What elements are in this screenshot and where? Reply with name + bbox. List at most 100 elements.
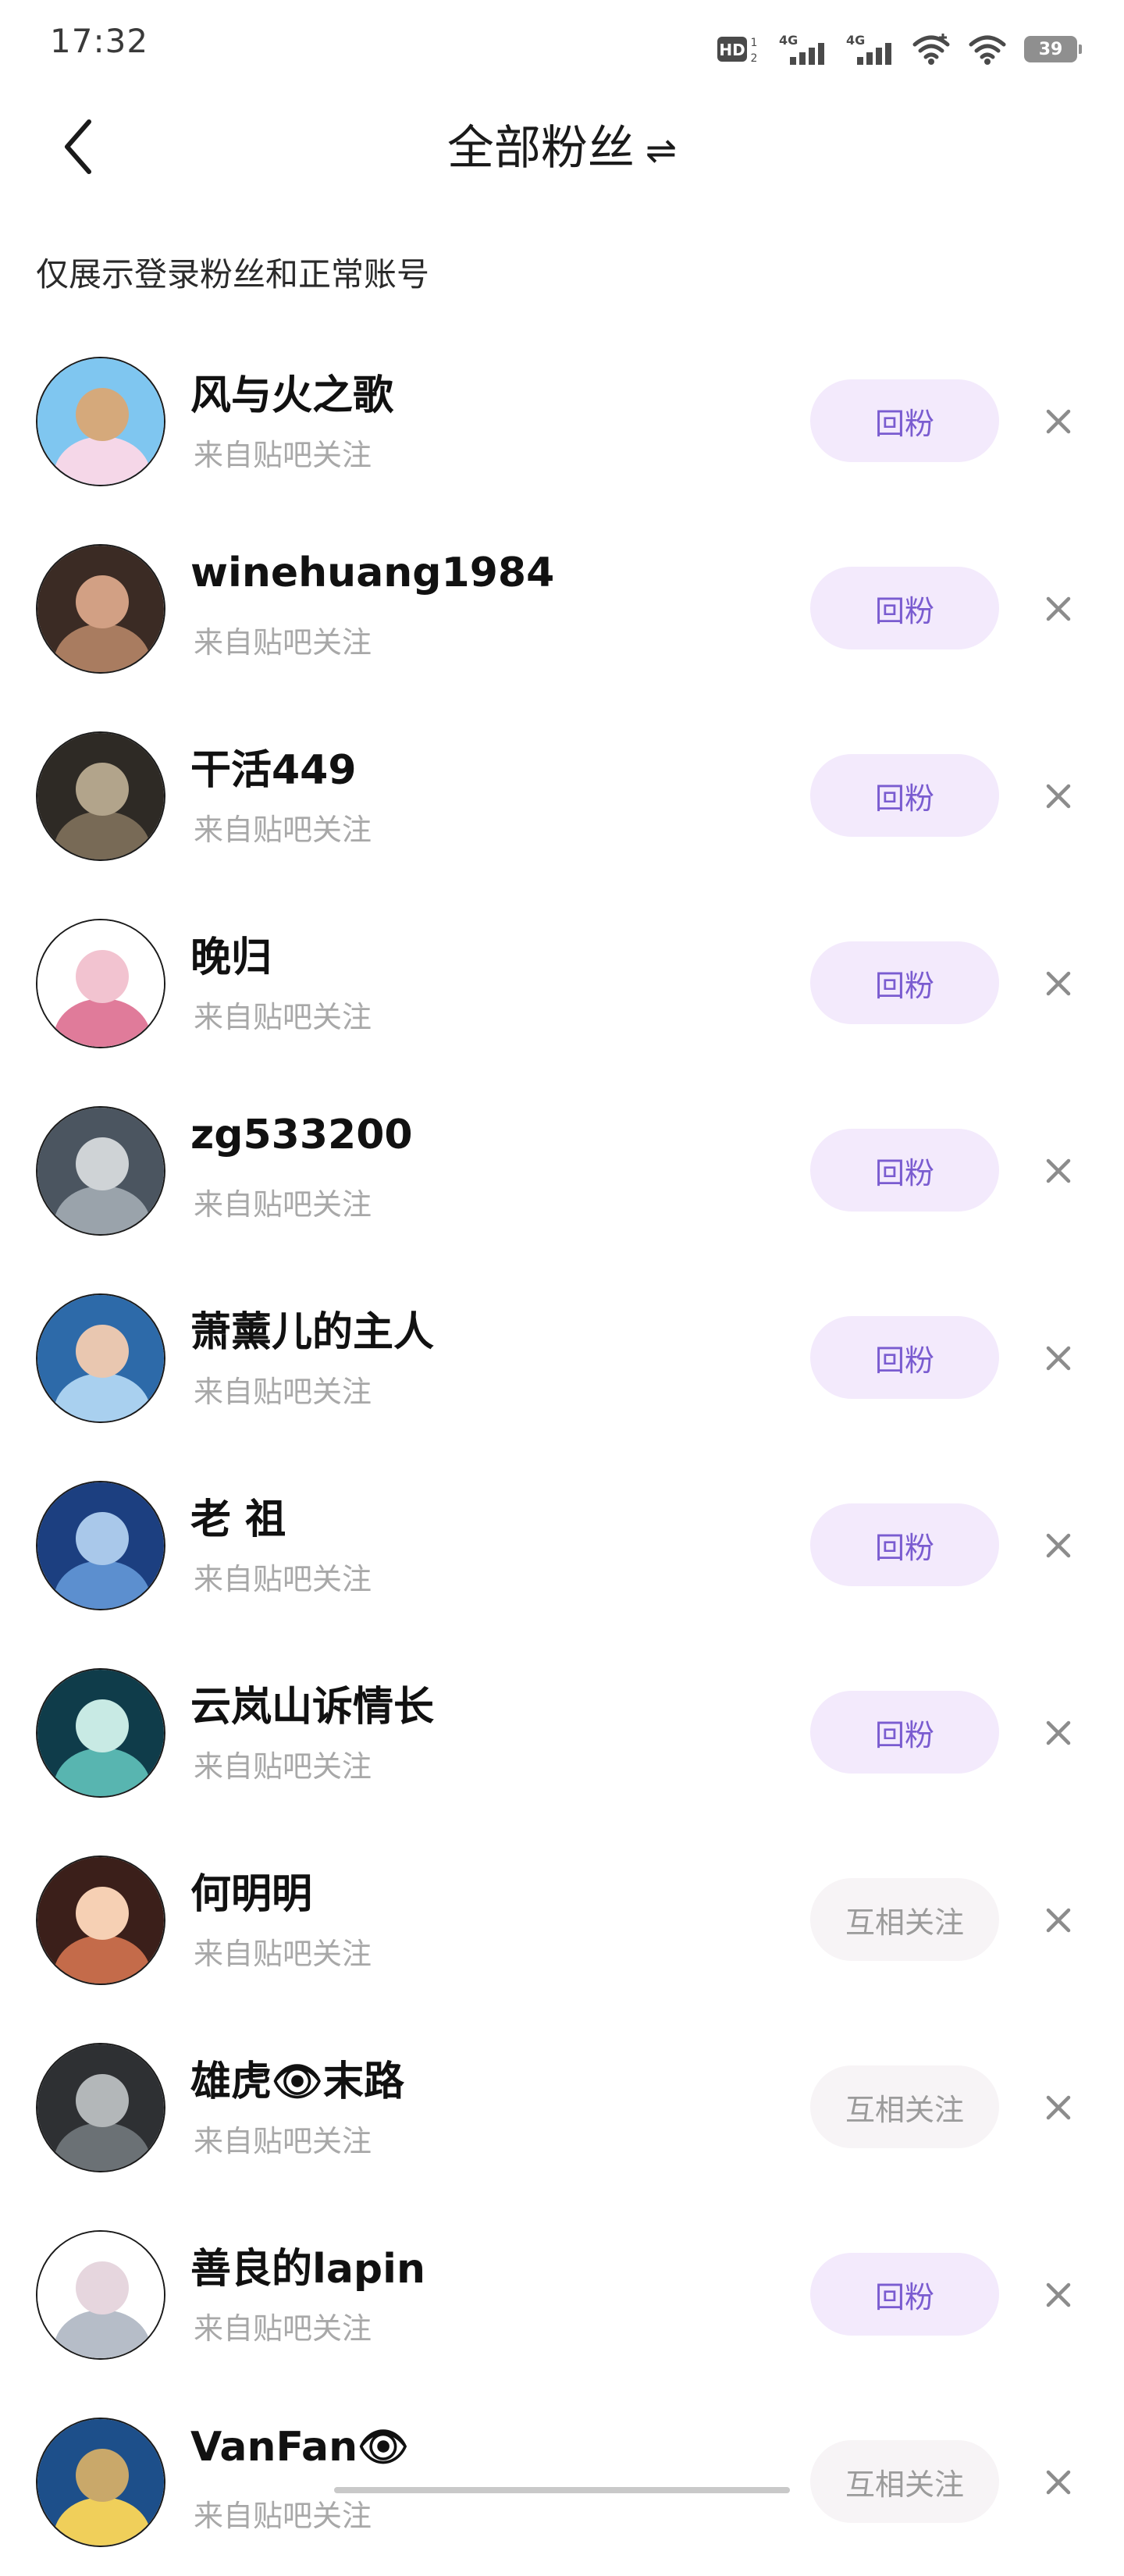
header: 全部粉丝 ⇌	[0, 94, 1124, 203]
remove-fan-button[interactable]	[1038, 589, 1079, 629]
signal-4g-icon: 4G	[777, 32, 827, 66]
fan-row[interactable]: 老 祖 来自贴吧关注 回粉	[0, 1452, 1124, 1639]
fan-name[interactable]: 萧薰儿的主人	[190, 1299, 434, 1357]
fan-name[interactable]: 老 祖	[190, 1486, 286, 1545]
fan-row[interactable]: 风与火之歌 来自贴吧关注 回粉	[0, 328, 1124, 515]
follow-back-button[interactable]: 回粉	[810, 1691, 999, 1774]
avatar[interactable]	[36, 919, 165, 1048]
fan-source: 来自贴吧关注	[194, 2124, 372, 2158]
remove-fan-button[interactable]	[1038, 1900, 1079, 1941]
mutual-follow-button[interactable]: 互相关注	[810, 1878, 999, 1961]
fan-name[interactable]: zg533200	[190, 1112, 413, 1158]
close-icon	[1046, 1533, 1071, 1558]
remove-fan-button[interactable]	[1038, 2275, 1079, 2315]
fan-row[interactable]: zg533200 来自贴吧关注 回粉	[0, 1077, 1124, 1265]
follow-back-button[interactable]: 回粉	[810, 1316, 999, 1399]
remove-fan-button[interactable]	[1038, 1713, 1079, 1753]
fan-name[interactable]: 善良的lapin	[190, 2236, 425, 2294]
fan-source: 来自贴吧关注	[194, 1937, 372, 1971]
status-bar: 17:32 HD 1 2 4G 4G 39	[0, 0, 1124, 86]
fan-row[interactable]: 晚归 来自贴吧关注 回粉	[0, 890, 1124, 1077]
avatar[interactable]	[36, 1106, 165, 1236]
fan-source: 来自贴吧关注	[194, 625, 372, 660]
fan-name[interactable]: 何明明	[190, 1861, 312, 1920]
remove-fan-button[interactable]	[1038, 401, 1079, 442]
close-icon	[1046, 1908, 1071, 1933]
follow-back-button[interactable]: 回粉	[810, 1503, 999, 1586]
fan-source: 来自贴吧关注	[194, 2499, 372, 2533]
fan-source: 来自贴吧关注	[194, 2311, 372, 2346]
fan-name[interactable]: 风与火之歌	[190, 362, 393, 421]
status-icons: HD 1 2 4G 4G 39	[717, 30, 1082, 69]
avatar[interactable]	[36, 1481, 165, 1610]
fan-row[interactable]: 善良的lapin 来自贴吧关注 回粉	[0, 2201, 1124, 2389]
fan-row[interactable]: 干活449 来自贴吧关注 回粉	[0, 703, 1124, 890]
fan-name[interactable]: 干活449	[190, 737, 357, 795]
svg-text:2: 2	[751, 52, 758, 65]
close-icon	[1046, 1346, 1071, 1371]
fans-filter-toggle[interactable]: 全部粉丝 ⇌	[0, 117, 1124, 182]
remove-fan-button[interactable]	[1038, 1338, 1079, 1379]
avatar[interactable]	[36, 731, 165, 861]
remove-fan-button[interactable]	[1038, 2462, 1079, 2503]
remove-fan-button[interactable]	[1038, 1151, 1079, 1191]
follow-back-button[interactable]: 回粉	[810, 754, 999, 837]
avatar[interactable]	[36, 1668, 165, 1798]
fans-notice: 仅展示登录粉丝和正常账号	[36, 255, 430, 294]
close-icon	[1046, 1158, 1071, 1183]
remove-fan-button[interactable]	[1038, 1525, 1079, 1566]
fan-row[interactable]: 萧薰儿的主人 来自贴吧关注 回粉	[0, 1265, 1124, 1452]
mutual-follow-button[interactable]: 互相关注	[810, 2065, 999, 2148]
fan-row[interactable]: 云岚山诉情长 来自贴吧关注 回粉	[0, 1639, 1124, 1827]
svg-text:HD: HD	[719, 41, 745, 59]
battery-icon: 39	[1024, 36, 1082, 62]
avatar[interactable]	[36, 1293, 165, 1423]
svg-text:4G: 4G	[779, 33, 798, 48]
svg-text:1: 1	[751, 37, 758, 49]
fan-source: 来自贴吧关注	[194, 438, 372, 472]
avatar[interactable]	[36, 544, 165, 674]
close-icon	[1046, 596, 1071, 621]
remove-fan-button[interactable]	[1038, 2087, 1079, 2128]
fan-source: 来自贴吧关注	[194, 1000, 372, 1034]
remove-fan-button[interactable]	[1038, 963, 1079, 1004]
close-icon	[1046, 1720, 1071, 1745]
fan-row[interactable]: 雄虎👁末路 来自贴吧关注 互相关注	[0, 2014, 1124, 2201]
fan-name[interactable]: VanFan👁	[190, 2423, 409, 2471]
wifi-icon	[912, 32, 951, 66]
close-icon	[1046, 409, 1071, 434]
fan-source: 来自贴吧关注	[194, 813, 372, 847]
follow-back-button[interactable]: 回粉	[810, 379, 999, 462]
close-icon	[1046, 2470, 1071, 2495]
close-icon	[1046, 2282, 1071, 2307]
swap-icon: ⇌	[645, 129, 678, 173]
fan-source: 来自贴吧关注	[194, 1562, 372, 1596]
fan-row[interactable]: winehuang1984 来自贴吧关注 回粉	[0, 515, 1124, 703]
remove-fan-button[interactable]	[1038, 776, 1079, 817]
avatar[interactable]	[36, 2043, 165, 2172]
avatar[interactable]	[36, 357, 165, 486]
close-icon	[1046, 784, 1071, 809]
close-icon	[1046, 2095, 1071, 2120]
fan-row[interactable]: VanFan👁 来自贴吧关注 互相关注	[0, 2389, 1124, 2576]
avatar[interactable]	[36, 2418, 165, 2547]
fan-name[interactable]: winehuang1984	[190, 550, 554, 596]
fan-source: 来自贴吧关注	[194, 1749, 372, 1784]
fan-name[interactable]: 云岚山诉情长	[190, 1674, 434, 1732]
hd-icon: HD 1 2	[717, 34, 760, 65]
battery-level: 39	[1038, 39, 1063, 59]
fan-name[interactable]: 雄虎👁末路	[190, 2048, 404, 2107]
follow-back-button[interactable]: 回粉	[810, 2253, 999, 2336]
avatar[interactable]	[36, 2230, 165, 2360]
fans-list: 风与火之歌 来自贴吧关注 回粉 winehuang1984 来自贴吧关注 回粉	[0, 328, 1124, 2576]
fan-row[interactable]: 何明明 来自贴吧关注 互相关注	[0, 1827, 1124, 2014]
avatar[interactable]	[36, 1856, 165, 1985]
signal-4g-icon: 4G	[845, 32, 895, 66]
page-title: 全部粉丝	[446, 121, 635, 176]
fan-name[interactable]: 晚归	[190, 924, 272, 983]
follow-back-button[interactable]: 回粉	[810, 1129, 999, 1212]
mutual-follow-button[interactable]: 互相关注	[810, 2440, 999, 2523]
follow-back-button[interactable]: 回粉	[810, 567, 999, 649]
follow-back-button[interactable]: 回粉	[810, 941, 999, 1024]
home-indicator[interactable]	[334, 2487, 790, 2493]
